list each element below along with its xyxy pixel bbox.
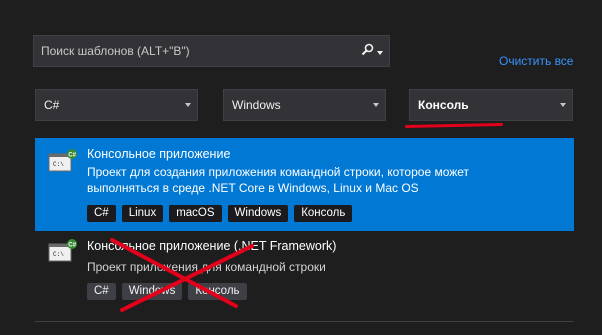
- tag-windows: Windows: [227, 205, 289, 222]
- icon-prompt-text: C:\: [53, 161, 64, 168]
- template-description: Проект для создания приложения командной…: [87, 165, 470, 179]
- chevron-down-icon: [373, 103, 379, 107]
- tag-windows: Windows: [121, 283, 183, 300]
- icon-prompt-text: C:\: [53, 251, 64, 258]
- tag-linux: Linux: [121, 205, 164, 222]
- tag-macos: macOS: [169, 205, 222, 222]
- search-input[interactable]: Поиск шаблонов (ALT+"В"): [34, 44, 361, 58]
- icon-badge-text: C#: [68, 243, 76, 249]
- language-filter-dropdown[interactable]: C#: [35, 89, 198, 121]
- tag-console: Консоль: [188, 283, 247, 300]
- project-type-filter-value: Консоль: [418, 98, 469, 112]
- chevron-down-icon: [560, 103, 566, 107]
- console-app-icon: C:\ C#: [48, 239, 78, 263]
- template-search-box[interactable]: Поиск шаблонов (ALT+"В"): [33, 35, 390, 67]
- platform-filter-value: Windows: [232, 98, 281, 112]
- tag-csharp: C#: [87, 283, 116, 300]
- search-icon[interactable]: [361, 43, 374, 59]
- template-title: Консольное приложение (.NET Framework): [87, 239, 337, 253]
- platform-filter-dropdown[interactable]: Windows: [223, 89, 386, 121]
- template-item-console-app[interactable]: C:\ C# Консольное приложение Проект для …: [35, 138, 574, 231]
- red-underline-annotation: [404, 122, 504, 129]
- list-separator: [35, 321, 574, 322]
- tag-console: Консоль: [294, 205, 353, 222]
- tag-csharp: C#: [87, 205, 116, 222]
- search-dropdown-icon[interactable]: [377, 44, 383, 58]
- template-title: Консольное приложение: [87, 147, 231, 161]
- template-description: Проект приложения для командной строки: [87, 260, 326, 274]
- template-description: выполняться в среде .NET Core в Windows,…: [87, 181, 419, 195]
- icon-badge-text: C#: [68, 153, 76, 159]
- project-type-filter-dropdown[interactable]: Консоль: [409, 89, 573, 121]
- template-item-console-app-netframework[interactable]: C:\ C# Консольное приложение (.NET Frame…: [35, 234, 574, 310]
- language-filter-value: C#: [44, 98, 60, 112]
- console-app-icon: C:\ C#: [48, 149, 78, 173]
- clear-all-link[interactable]: Очистить все: [499, 54, 573, 68]
- template-tags: C# Windows Консоль: [87, 283, 247, 300]
- template-tags: C# Linux macOS Windows Консоль: [87, 205, 353, 222]
- chevron-down-icon: [185, 103, 191, 107]
